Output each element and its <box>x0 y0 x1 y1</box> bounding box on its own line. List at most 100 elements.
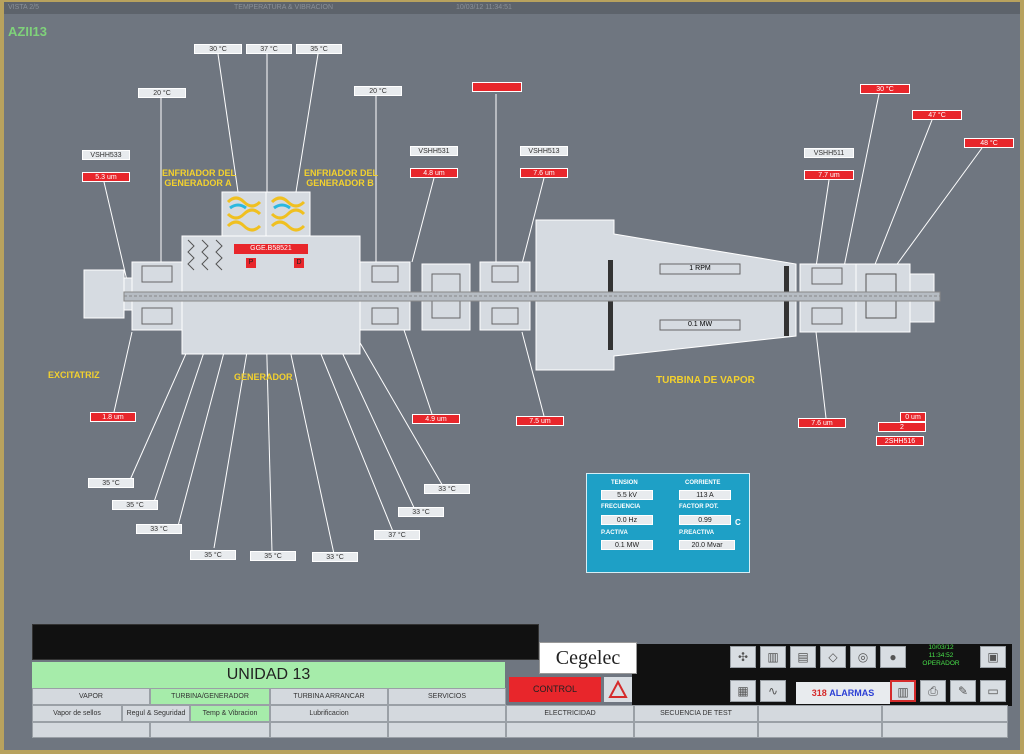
vibration-value: 7.7 um <box>804 170 854 180</box>
vibration-value: 7.6 um <box>798 418 846 428</box>
temp-tag: 33 °C <box>312 552 358 562</box>
panel-icon[interactable]: ◇ <box>820 646 846 668</box>
vibration-id: VSHH513 <box>520 146 568 156</box>
nav-empty[interactable] <box>634 722 758 738</box>
temp-tag: 35 °C <box>88 478 134 488</box>
pactiva-label: P.ACTIVA <box>601 530 628 536</box>
nav-empty[interactable] <box>388 722 506 738</box>
nav-empty[interactable] <box>506 722 634 738</box>
vibration-value: 0 um <box>900 412 926 422</box>
label-enfriador-a: ENFRIADOR DEL GENERADOR A <box>162 168 236 188</box>
message-bar <box>32 624 539 660</box>
map-icon[interactable]: ▦ <box>730 680 756 702</box>
label-enfriador-b: ENFRIADOR DEL GENERADOR B <box>304 168 378 188</box>
control-button[interactable]: CONTROL <box>509 677 601 702</box>
preactiva-value: 20.0 Mvar <box>679 540 735 550</box>
vibration-value: 5.3 um <box>82 172 130 182</box>
nav-empty[interactable] <box>758 705 882 722</box>
video-icon[interactable]: ▭ <box>980 680 1006 702</box>
network-icon[interactable]: ✣ <box>730 646 756 668</box>
corriente-value: 113 A <box>679 490 731 500</box>
electrical-panel: TENSION CORRIENTE 5.5 kV 113 A FRECUENCI… <box>586 473 750 573</box>
temp-tag: 37 °C <box>374 530 420 540</box>
cegelec-logo: Cegelec <box>539 642 637 674</box>
rpm-readout: 1 RPM <box>689 265 711 272</box>
nav-turbina-generador[interactable]: TURBINA/GENERADOR <box>150 688 270 705</box>
nav-empty[interactable] <box>882 722 1008 738</box>
temp-tag: 33 °C <box>424 484 470 494</box>
footer-bar: UNIDAD 13 Cegelec CONTROL ✣ ▥ ▤ ◇ ◎ ● 10… <box>32 620 1012 750</box>
temp-tag: 33 °C <box>136 524 182 534</box>
temp-tag: 35 °C <box>112 500 158 510</box>
alarms-indicator[interactable]: 318 ALARMAS <box>796 682 890 704</box>
alarms-count: 318 <box>811 688 827 698</box>
temp-tag-alarm: 30 °C <box>860 84 910 94</box>
factor-label: FACTOR POT. <box>679 504 719 510</box>
nav-temp-vibracion[interactable]: Temp & Vibracion <box>190 705 270 722</box>
alarm-list-icon[interactable]: ▥ <box>890 680 916 702</box>
vibration-value: 1.8 um <box>90 412 136 422</box>
nav-empty[interactable] <box>150 722 270 738</box>
clock-user: OPERADOR <box>922 660 960 667</box>
book-icon[interactable]: ▥ <box>760 646 786 668</box>
temp-tag: 35 °C <box>296 44 342 54</box>
temp-tag: 33 °C <box>398 507 444 517</box>
nav-empty[interactable] <box>882 705 1008 722</box>
temp-tag: 35 °C <box>190 550 236 560</box>
label-turbina: TURBINA DE VAPOR <box>656 375 755 386</box>
frecuencia-label: FRECUENCIA <box>601 504 641 510</box>
vibration-id: 2SHH516 <box>876 436 924 446</box>
pump-p-label: P <box>248 259 254 266</box>
label-generador: GENERADOR <box>234 372 293 382</box>
label-excitatriz: EXCITATRIZ <box>48 370 100 380</box>
manual-icon[interactable]: ▤ <box>790 646 816 668</box>
vibration-value: 4.9 um <box>412 414 460 424</box>
camera-icon[interactable]: ▣ <box>980 646 1006 668</box>
temp-tag-alarm: 48 °C <box>964 138 1014 148</box>
pactiva-value: 0.1 MW <box>601 540 653 550</box>
clock-date: 10/03/12 <box>928 644 954 651</box>
nav-lubrificacion[interactable]: Lubrificacion <box>270 705 388 722</box>
vibration-id: VSHH531 <box>410 146 458 156</box>
vibration-value: 2 <box>878 422 926 432</box>
preactiva-label: P.REACTIVA <box>679 530 715 536</box>
vibration-id: VSHH533 <box>82 150 130 160</box>
tool-icon[interactable]: ✎ <box>950 680 976 702</box>
status-lights-icon[interactable]: ● <box>880 646 906 668</box>
clock: 10/03/12 11:34:52 OPERADOR <box>918 644 964 676</box>
badge-icon[interactable]: ◎ <box>850 646 876 668</box>
nav-secuencia-test[interactable]: SECUENCIA DE TEST <box>634 705 758 722</box>
nav-servicios[interactable]: SERVICIOS <box>388 688 506 705</box>
warning-icon[interactable] <box>604 677 632 702</box>
nav-electricidad[interactable]: ELECTRICIDAD <box>506 705 634 722</box>
temp-tag-alarm <box>472 82 522 92</box>
temp-tag: 37 °C <box>246 44 292 54</box>
clock-time: 11:34:52 <box>928 652 954 659</box>
nav-empty[interactable] <box>388 705 506 722</box>
frecuencia-value: 0.0 Hz <box>601 515 653 525</box>
printer-icon[interactable]: ⎙ <box>920 680 946 702</box>
nav-turbina-arrancar[interactable]: TURBINA ARRANCAR <box>270 688 388 705</box>
temp-tag: 30 °C <box>194 44 242 54</box>
mw-readout: 0.1 MW <box>687 321 713 328</box>
corriente-label: CORRIENTE <box>685 480 721 486</box>
trend-icon[interactable]: ∿ <box>760 680 786 702</box>
pump-d-label: D <box>296 259 302 266</box>
nav-empty[interactable] <box>758 722 882 738</box>
tension-value: 5.5 kV <box>601 490 653 500</box>
nav-vapor[interactable]: VAPOR <box>32 688 150 705</box>
vibration-value: 4.8 um <box>410 168 458 178</box>
nav-vapor-sellos[interactable]: Vapor de sellos <box>32 705 122 722</box>
unit-title: UNIDAD 13 <box>32 662 505 688</box>
generator-tag: GGE.B58521 <box>250 245 292 252</box>
nav-regul-seguridad[interactable]: Regul & Seguridad <box>122 705 190 722</box>
factor-value: 0.99 <box>679 515 731 525</box>
vibration-id: VSHH511 <box>804 148 854 158</box>
nav-empty[interactable] <box>32 722 150 738</box>
nav-empty[interactable] <box>270 722 388 738</box>
scada-screen: VISTA 2/5 TEMPERATURA & VIBRACION 10/03/… <box>4 2 1020 750</box>
temp-tag: 20 °C <box>354 86 402 96</box>
alarms-label: ALARMAS <box>829 688 875 698</box>
vibration-value: 7.6 um <box>520 168 568 178</box>
temp-tag-alarm: 47 °C <box>912 110 962 120</box>
